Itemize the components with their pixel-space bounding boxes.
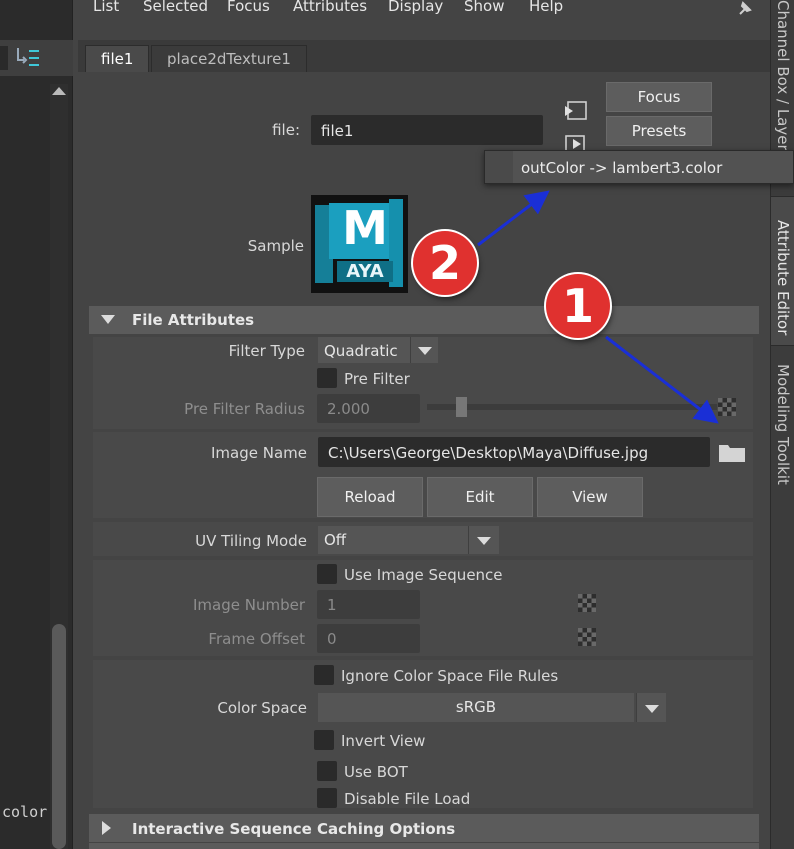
annotation-badge-2: 2 xyxy=(413,231,477,295)
annotation-arrows xyxy=(477,190,719,424)
annotation-badge-1: 1 xyxy=(546,274,610,338)
annotation-arrow-2 xyxy=(477,190,550,247)
annotation-arrow-1 xyxy=(605,335,719,424)
